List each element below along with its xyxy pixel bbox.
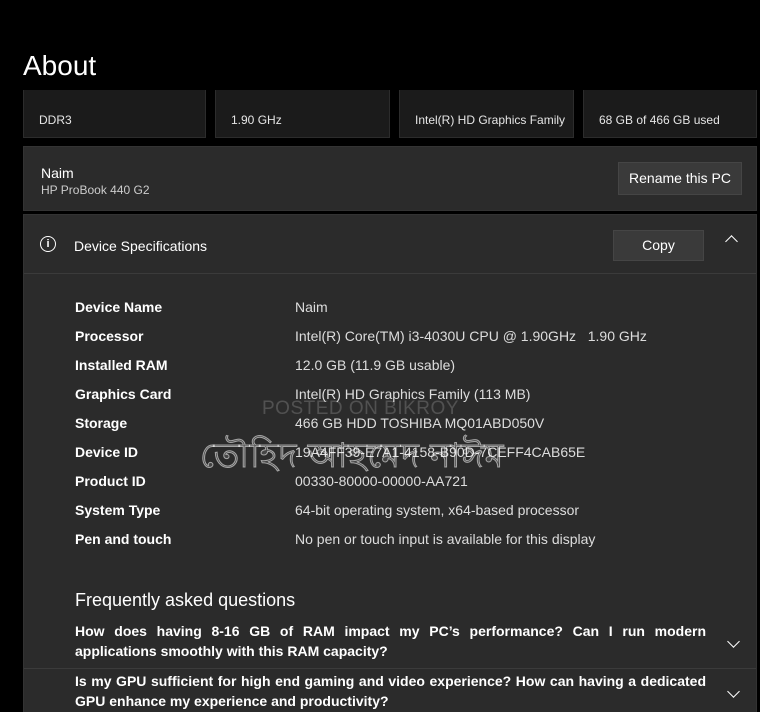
spec-row: Installed RAM 12.0 GB (11.9 GB usable): [75, 357, 745, 377]
chevron-up-icon[interactable]: [725, 235, 738, 248]
spec-label: Device Name: [75, 299, 163, 315]
copy-button[interactable]: Copy: [613, 230, 704, 261]
info-icon: i: [40, 236, 56, 252]
chevron-down-icon[interactable]: [727, 685, 740, 698]
spec-label: Graphics Card: [75, 386, 172, 402]
watermark-bengali: তৌহিদ আহমেদ নাঈম: [200, 437, 505, 476]
spec-label: System Type: [75, 502, 161, 518]
device-specifications-header[interactable]: i Device Specifications Copy: [24, 215, 756, 274]
ram-card-label: DDR3: [39, 113, 72, 127]
spec-row: System Type 64-bit operating system, x64…: [75, 502, 745, 522]
spec-label: Installed RAM: [75, 357, 168, 373]
spec-label: Pen and touch: [75, 531, 172, 547]
summary-cards: DDR3 1.90 GHz Intel(R) HD Graphics Famil…: [23, 90, 757, 138]
spec-label: Storage: [75, 415, 128, 431]
device-specifications-title: Device Specifications: [74, 238, 208, 254]
spec-label: Product ID: [75, 473, 146, 489]
pc-name-panel: Naim HP ProBook 440 G2 Rename this PC: [23, 146, 757, 211]
gpu-card-label: Intel(R) HD Graphics Family: [415, 113, 566, 127]
faq-item[interactable]: Is my GPU sufficient for high end gaming…: [24, 668, 756, 712]
spec-value: 12.0 GB (11.9 GB usable): [295, 357, 456, 373]
storage-card[interactable]: 68 GB of 466 GB used: [583, 90, 757, 138]
ram-card[interactable]: DDR3: [23, 90, 206, 138]
faq-question: How does having 8-16 GB of RAM impact my…: [75, 623, 706, 659]
spec-row: Device Name Naim: [75, 299, 745, 319]
spec-value: Intel(R) Core(TM) i3-4030U CPU @ 1.90GHz…: [295, 328, 647, 344]
cpu-card[interactable]: 1.90 GHz: [215, 90, 390, 138]
spec-row: Processor Intel(R) Core(TM) i3-4030U CPU…: [75, 328, 745, 348]
faq-question: Is my GPU sufficient for high end gaming…: [75, 673, 706, 709]
watermark-english: POSTED ON BIKROY: [262, 398, 459, 419]
spec-label: Processor: [75, 328, 144, 344]
spec-value: 64-bit operating system, x64-based proce…: [295, 502, 580, 518]
storage-card-label: 68 GB of 466 GB used: [599, 113, 720, 127]
spec-value: Naim: [295, 299, 328, 315]
spec-row: Pen and touch No pen or touch input is a…: [75, 531, 745, 551]
device-specifications-panel: i Device Specifications Copy Device Name…: [23, 214, 757, 574]
faq-title: Frequently asked questions: [75, 590, 296, 610]
faq-panel: Frequently asked questions How does havi…: [23, 572, 757, 712]
cpu-card-label: 1.90 GHz: [231, 113, 282, 127]
faq-item[interactable]: How does having 8-16 GB of RAM impact my…: [24, 619, 756, 668]
pc-name: Naim: [41, 165, 74, 181]
about-page: About DDR3 1.90 GHz Intel(R) HD Graphics…: [0, 0, 760, 712]
spec-label: Device ID: [75, 444, 139, 460]
page-title: About: [23, 50, 97, 81]
gpu-card[interactable]: Intel(R) HD Graphics Family: [399, 90, 574, 138]
spec-value: No pen or touch input is available for t…: [295, 531, 596, 547]
rename-pc-button[interactable]: Rename this PC: [618, 162, 742, 195]
chevron-down-icon[interactable]: [727, 635, 740, 648]
pc-model: HP ProBook 440 G2: [41, 183, 150, 197]
